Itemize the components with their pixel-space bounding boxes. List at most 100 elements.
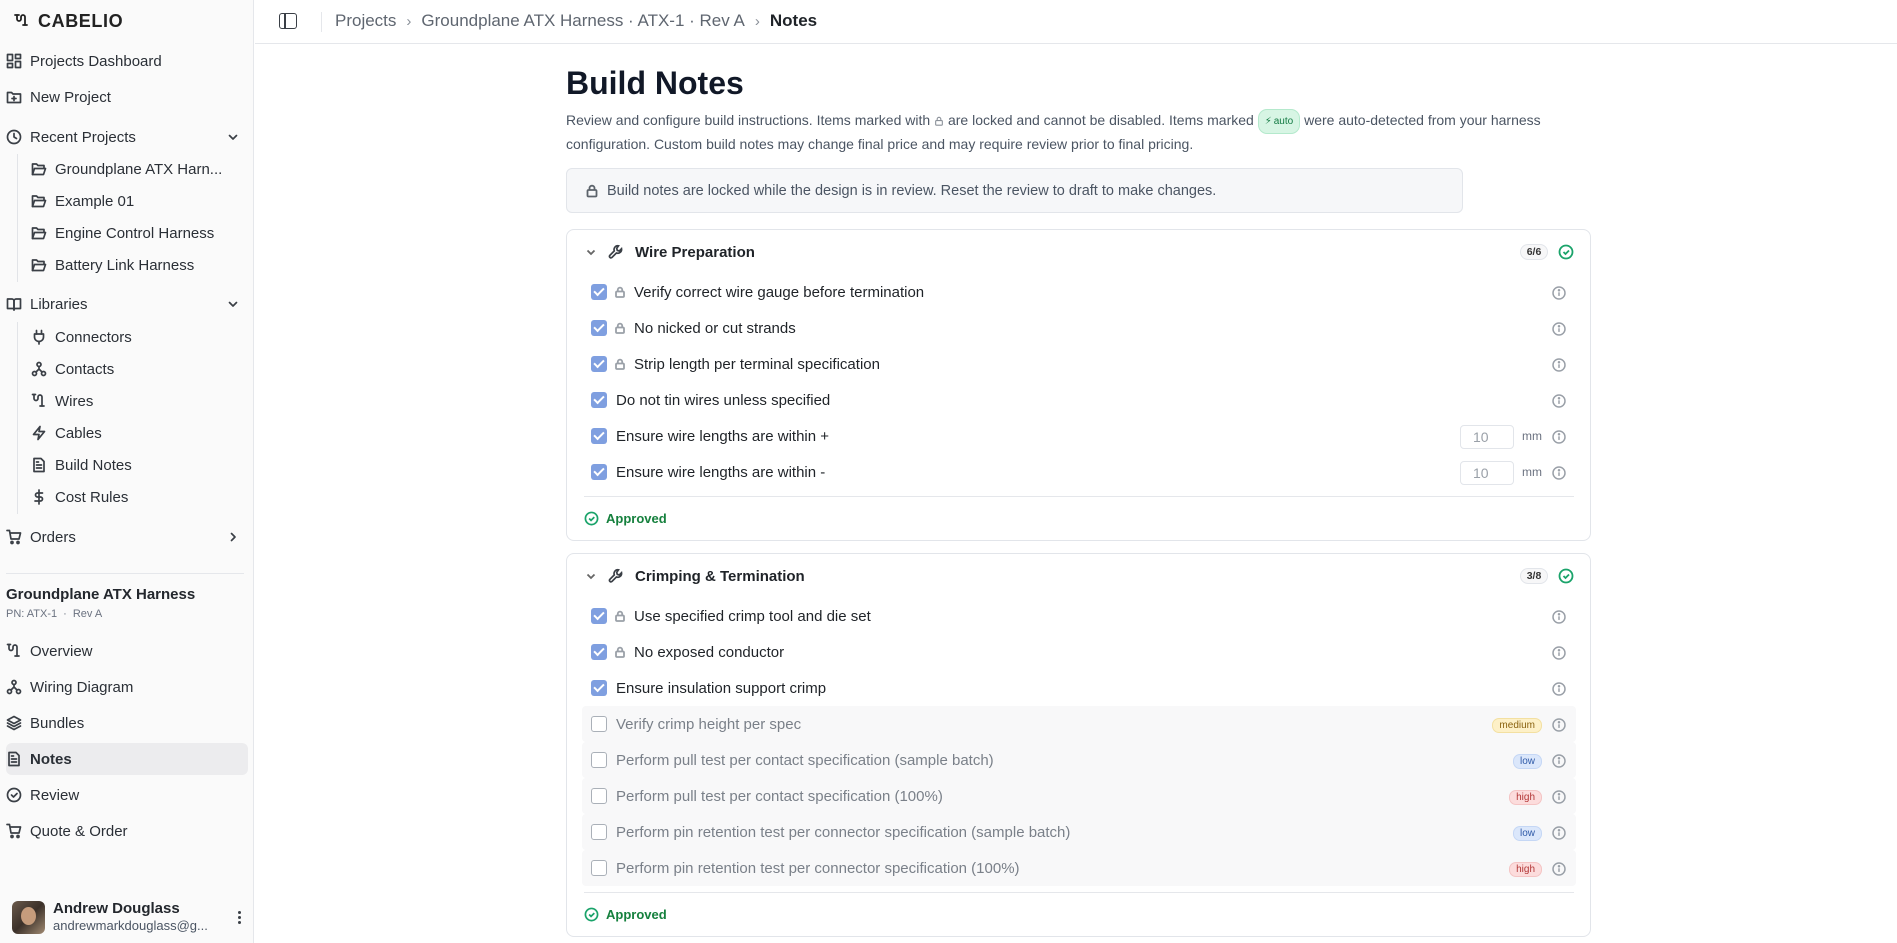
library-contacts[interactable]: Contacts (31, 354, 245, 384)
library-cables[interactable]: Cables (31, 418, 245, 448)
library-cost-rules[interactable]: Cost Rules (31, 482, 245, 512)
info-icon[interactable] (1552, 358, 1566, 372)
library-connectors[interactable]: Connectors (31, 322, 245, 352)
folder-plus-icon (6, 91, 22, 104)
nav-projects-dashboard[interactable]: Projects Dashboard (6, 45, 248, 77)
breadcrumb: Projects › Groundplane ATX Harness · ATX… (335, 11, 817, 31)
meta-separator: · (63, 608, 67, 620)
nav-bundles[interactable]: Bundles (6, 707, 248, 739)
note-checkbox[interactable] (591, 284, 607, 300)
info-icon[interactable] (1552, 790, 1566, 804)
overview-icon (6, 643, 20, 657)
build-note-row[interactable]: Use specified crimp tool and die set (582, 598, 1576, 634)
nav-overview[interactable]: Overview (6, 635, 248, 667)
note-label: Verify crimp height per spec (616, 715, 802, 733)
breadcrumb-projects[interactable]: Projects (335, 11, 396, 31)
note-checkbox[interactable] (591, 428, 607, 444)
lock-icon (615, 286, 625, 298)
library-label: Cables (55, 424, 102, 442)
tolerance-input[interactable] (1460, 461, 1514, 485)
info-icon[interactable] (1552, 646, 1566, 660)
folder-open-icon (31, 227, 47, 240)
note-checkbox[interactable] (591, 752, 607, 768)
info-icon[interactable] (1552, 826, 1566, 840)
build-note-row[interactable]: Perform pull test per contact specificat… (582, 742, 1576, 778)
build-note-row[interactable]: No exposed conductor (582, 634, 1576, 670)
zap-icon (32, 425, 46, 441)
cable-icon (31, 393, 45, 407)
info-icon[interactable] (1552, 466, 1566, 480)
info-icon[interactable] (1552, 682, 1566, 696)
note-checkbox[interactable] (591, 356, 607, 372)
build-note-row[interactable]: Perform pin retention test per connector… (582, 850, 1576, 886)
info-icon[interactable] (1552, 862, 1566, 876)
chevron-down-icon[interactable] (584, 245, 598, 259)
note-label: Do not tin wires unless specified (616, 391, 831, 409)
library-wires[interactable]: Wires (31, 386, 245, 416)
breadcrumb-project[interactable]: Groundplane ATX Harness · ATX-1 · Rev A (421, 11, 744, 31)
note-checkbox[interactable] (591, 464, 607, 480)
note-checkbox[interactable] (591, 644, 607, 660)
build-note-row[interactable]: No nicked or cut strands (582, 310, 1576, 346)
note-checkbox[interactable] (591, 860, 607, 876)
more-vertical-icon[interactable] (230, 908, 248, 926)
page-intro: Review and configure build instructions.… (566, 109, 1566, 155)
nav-orders[interactable]: Orders (6, 521, 248, 553)
note-checkbox[interactable] (591, 320, 607, 336)
library-build-notes[interactable]: Build Notes (31, 450, 245, 480)
build-note-row[interactable]: Perform pin retention test per connector… (582, 814, 1576, 850)
nav-wiring-diagram[interactable]: Wiring Diagram (6, 671, 248, 703)
layers-icon (6, 715, 22, 731)
nav-quote-order[interactable]: Quote & Order (6, 815, 248, 847)
nav-recent-projects[interactable]: Recent Projects (6, 121, 248, 153)
nav-new-project[interactable]: New Project (6, 81, 248, 113)
note-checkbox[interactable] (591, 788, 607, 804)
build-note-row[interactable]: Perform pull test per contact specificat… (582, 778, 1576, 814)
section-header[interactable]: Wire Preparation 6/6 (584, 230, 1574, 274)
section-title: Crimping & Termination (635, 567, 805, 585)
section-title: Wire Preparation (635, 243, 755, 261)
info-icon[interactable] (1552, 322, 1566, 336)
wrench-icon (608, 244, 623, 259)
plug-icon (33, 329, 45, 345)
build-note-row[interactable]: Verify correct wire gauge before termina… (582, 274, 1576, 310)
tolerance-input[interactable] (1460, 425, 1514, 449)
note-checkbox[interactable] (591, 680, 607, 696)
nav-libraries[interactable]: Libraries (6, 288, 248, 320)
priority-badge: low (1512, 754, 1542, 769)
note-checkbox[interactable] (591, 392, 607, 408)
note-checkbox[interactable] (591, 716, 607, 732)
section-header[interactable]: Crimping & Termination 3/8 (584, 554, 1574, 598)
sidebar-toggle-icon[interactable] (279, 13, 297, 29)
info-icon[interactable] (1552, 754, 1566, 768)
info-icon[interactable] (1552, 286, 1566, 300)
build-note-row[interactable]: Do not tin wires unless specified (582, 382, 1576, 418)
lock-notice-text: Build notes are locked while the design … (607, 182, 1217, 199)
note-checkbox[interactable] (591, 824, 607, 840)
recent-project-item[interactable]: Battery Link Harness (31, 250, 245, 280)
brand[interactable]: CABELIO (14, 10, 123, 32)
user-profile[interactable]: Andrew Douglass andrewmarkdouglass@g... (12, 899, 248, 935)
recent-project-item[interactable]: Groundplane ATX Harn... (31, 154, 245, 184)
cart-icon (6, 529, 22, 545)
chevron-down-icon[interactable] (584, 569, 598, 583)
info-icon[interactable] (1552, 394, 1566, 408)
build-note-row[interactable]: Ensure insulation support crimp (582, 670, 1576, 706)
priority-badge: high (1509, 790, 1542, 805)
nav-review[interactable]: Review (6, 779, 248, 811)
recent-project-item[interactable]: Example 01 (31, 186, 245, 216)
section-status: Approved (584, 892, 1574, 936)
cart-icon (6, 823, 22, 839)
info-icon[interactable] (1552, 430, 1566, 444)
note-label: Perform pin retention test per connector… (616, 823, 1071, 841)
nav-notes[interactable]: Notes (6, 743, 248, 775)
build-note-row[interactable]: Ensure wire lengths are within + mm (582, 418, 1576, 454)
library-label: Build Notes (55, 456, 132, 474)
build-note-row[interactable]: Verify crimp height per spec medium (582, 706, 1576, 742)
info-icon[interactable] (1552, 610, 1566, 624)
info-icon[interactable] (1552, 718, 1566, 732)
build-note-row[interactable]: Strip length per terminal specification (582, 346, 1576, 382)
build-note-row[interactable]: Ensure wire lengths are within - mm (582, 454, 1576, 490)
recent-project-item[interactable]: Engine Control Harness (31, 218, 245, 248)
note-checkbox[interactable] (591, 608, 607, 624)
